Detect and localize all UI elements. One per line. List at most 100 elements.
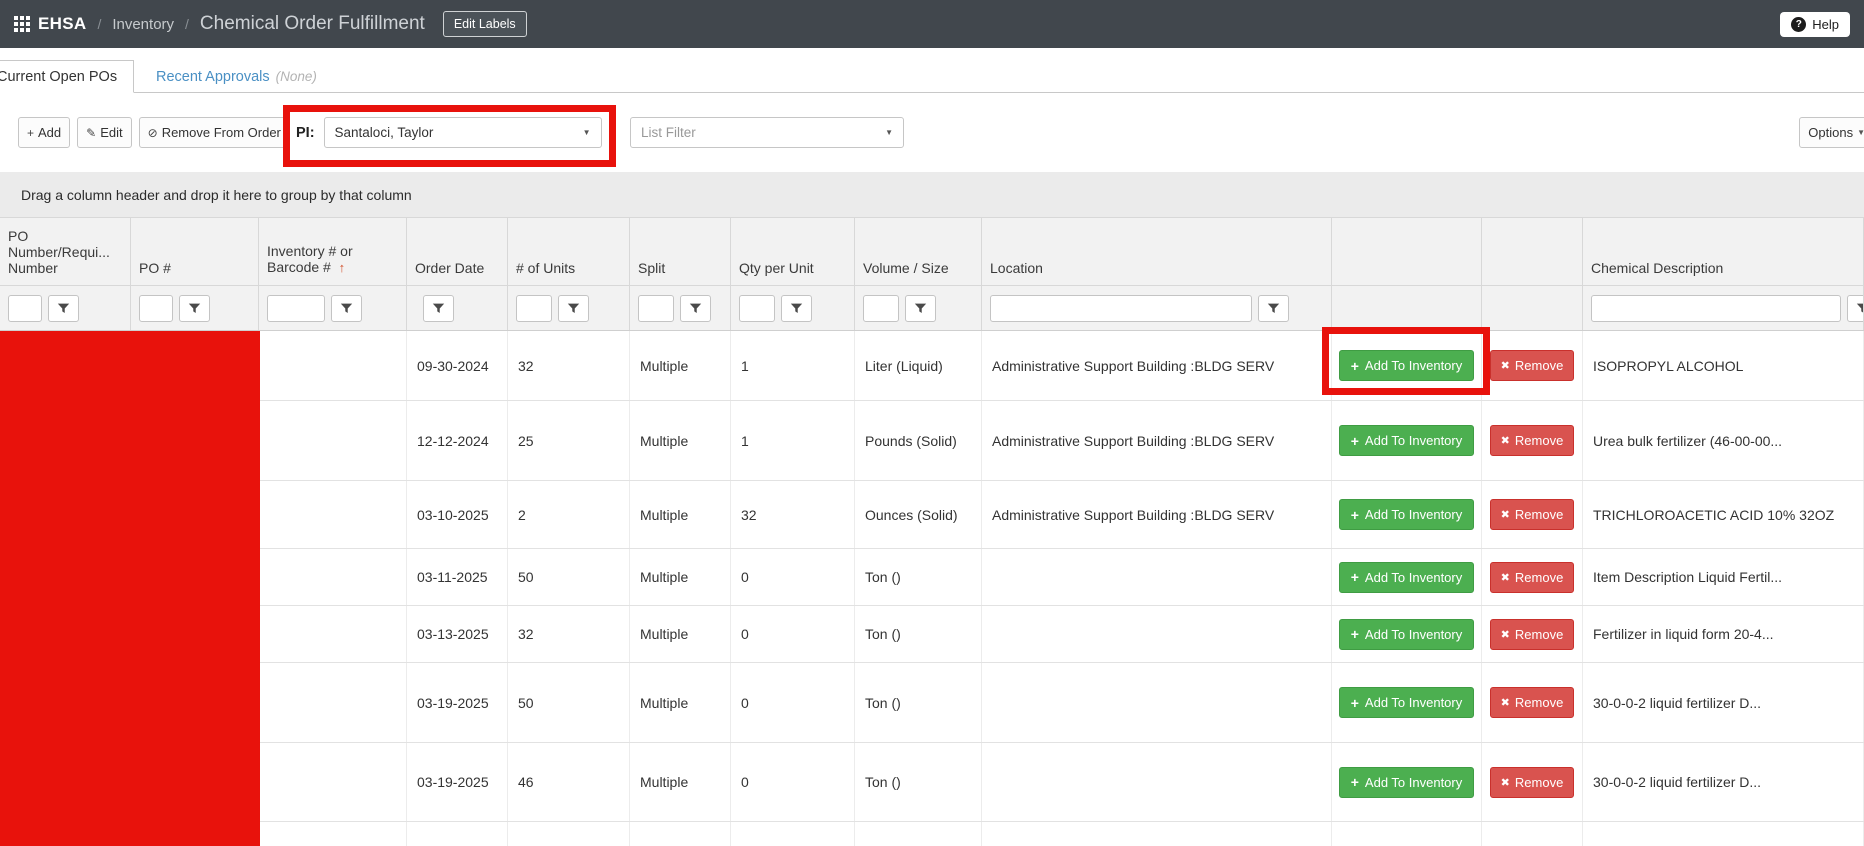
help-button[interactable]: ? Help	[1780, 12, 1850, 37]
filter-funnel-button[interactable]	[1847, 295, 1864, 322]
filter-funnel-button[interactable]	[1258, 295, 1289, 322]
top-header-bar: EHSA / Inventory / Chemical Order Fulfil…	[0, 0, 1864, 48]
x-icon: ✖	[1501, 508, 1510, 521]
cell-volume-size: Pounds (Solid)	[855, 401, 982, 480]
filter-funnel-button[interactable]	[905, 295, 936, 322]
col-header-po-number[interactable]: PO Number/Requi... Number	[0, 218, 131, 285]
cell-units: 32	[508, 606, 630, 662]
col-header-split[interactable]: Split	[630, 218, 731, 285]
list-filter-dropdown[interactable]: List Filter ▼	[630, 117, 904, 148]
filter-input-chemical[interactable]	[1591, 295, 1841, 322]
add-to-inventory-button[interactable]: +Add To Inventory	[1339, 425, 1475, 456]
funnel-icon	[1267, 302, 1280, 315]
filter-funnel-button[interactable]	[558, 295, 589, 322]
breadcrumb-inventory[interactable]: Inventory	[112, 16, 174, 33]
cell-split: Multiple	[630, 401, 731, 480]
cell-location: Administrative Support Building :BLDG SE…	[982, 331, 1332, 400]
breadcrumb-separator: /	[97, 16, 101, 32]
funnel-icon	[689, 302, 702, 315]
funnel-icon	[567, 302, 580, 315]
cell-location	[982, 606, 1332, 662]
chevron-down-icon: ▼	[885, 128, 893, 137]
cell-qty-per-unit: 1	[731, 331, 855, 400]
tab-label: Recent Approvals	[156, 69, 270, 85]
remove-button[interactable]: ✖Remove	[1490, 425, 1575, 456]
table-row: 03-19-2025 46 Multiple 0 Ton () +Add To …	[0, 743, 1864, 822]
tab-label: Current Open POs	[0, 69, 117, 85]
plus-icon: +	[1351, 626, 1359, 642]
options-button[interactable]: Options ▼	[1799, 117, 1864, 148]
remove-button[interactable]: ✖Remove	[1490, 499, 1575, 530]
cell-chemical-description: Fertilizer in liquid form 20-4...	[1583, 606, 1864, 662]
cell-order-date: 03-10-2025	[407, 481, 508, 548]
filter-funnel-button[interactable]	[331, 295, 362, 322]
add-to-inventory-button[interactable]: +Add To Inventory	[1339, 350, 1475, 381]
add-to-inventory-button[interactable]: +Add To Inventory	[1339, 619, 1475, 650]
cell-chemical-description: 30-0-0-2 liquid fertilizer D...	[1583, 663, 1864, 742]
remove-button[interactable]: ✖Remove	[1490, 562, 1575, 593]
col-header-po[interactable]: PO #	[131, 218, 259, 285]
x-icon: ✖	[1501, 571, 1510, 584]
filter-funnel-button[interactable]	[680, 295, 711, 322]
cell-split: Multiple	[630, 663, 731, 742]
table-row-partial	[0, 822, 1864, 846]
cell-location: Administrative Support Building :BLDG SE…	[982, 481, 1332, 548]
funnel-icon	[914, 302, 927, 315]
cell-volume-size: Ton ()	[855, 743, 982, 821]
filter-input-volume[interactable]	[863, 295, 899, 322]
add-to-inventory-button[interactable]: +Add To Inventory	[1339, 499, 1475, 530]
app-grid-icon[interactable]	[14, 16, 30, 32]
filter-input-po[interactable]	[139, 295, 173, 322]
filter-funnel-button[interactable]	[781, 295, 812, 322]
col-header-order-date[interactable]: Order Date	[407, 218, 508, 285]
cell-location: Administrative Support Building :BLDG SE…	[982, 401, 1332, 480]
filter-input-location[interactable]	[990, 295, 1252, 322]
x-icon: ✖	[1501, 628, 1510, 641]
edit-button[interactable]: ✎ Edit	[77, 117, 131, 148]
remove-button[interactable]: ✖Remove	[1490, 767, 1575, 798]
help-icon: ?	[1791, 17, 1806, 32]
cell-qty-per-unit: 0	[731, 549, 855, 605]
remove-button[interactable]: ✖Remove	[1490, 619, 1575, 650]
filter-funnel-button[interactable]	[423, 295, 454, 322]
pi-dropdown[interactable]: Santaloci, Taylor ▼	[324, 117, 602, 148]
col-header-chemical-description[interactable]: Chemical Description	[1583, 218, 1864, 285]
remove-button[interactable]: ✖Remove	[1490, 350, 1575, 381]
pencil-icon: ✎	[86, 126, 96, 140]
col-header-location[interactable]: Location	[982, 218, 1332, 285]
cell-order-date: 03-13-2025	[407, 606, 508, 662]
cell-chemical-description: ISOPROPYL ALCOHOL	[1583, 331, 1864, 400]
tab-current-open-pos[interactable]: Current Open POs	[0, 60, 134, 93]
cell-units: 50	[508, 663, 630, 742]
cell-qty-per-unit: 1	[731, 401, 855, 480]
col-header-units[interactable]: # of Units	[508, 218, 630, 285]
cell-chemical-description: 30-0-0-2 liquid fertilizer D...	[1583, 743, 1864, 821]
col-header-inventory-barcode[interactable]: Inventory # or Barcode # ↑	[259, 218, 407, 285]
funnel-icon	[432, 302, 445, 315]
filter-input-po-number[interactable]	[8, 295, 42, 322]
filter-funnel-button[interactable]	[48, 295, 79, 322]
add-to-inventory-button[interactable]: +Add To Inventory	[1339, 562, 1475, 593]
cell-volume-size: Ounces (Solid)	[855, 481, 982, 548]
tab-recent-approvals[interactable]: Recent Approvals (None)	[140, 60, 333, 93]
filter-input-qty[interactable]	[739, 295, 775, 322]
group-by-hint-bar[interactable]: Drag a column header and drop it here to…	[0, 172, 1864, 218]
col-header-qty-per-unit[interactable]: Qty per Unit	[731, 218, 855, 285]
breadcrumb-separator: /	[185, 16, 189, 32]
add-button[interactable]: + Add	[18, 117, 70, 148]
tab-count-suffix: (None)	[276, 69, 317, 84]
add-to-inventory-button[interactable]: +Add To Inventory	[1339, 767, 1475, 798]
filter-funnel-button[interactable]	[179, 295, 210, 322]
filter-input-split[interactable]	[638, 295, 674, 322]
remove-from-order-button[interactable]: ⊘ Remove From Order	[139, 117, 290, 148]
table-row: 09-30-2024 32 Multiple 1 Liter (Liquid) …	[0, 331, 1864, 401]
filter-input-inventory[interactable]	[267, 295, 325, 322]
edit-labels-button[interactable]: Edit Labels	[443, 11, 527, 37]
remove-button[interactable]: ✖Remove	[1490, 687, 1575, 718]
col-header-volume-size[interactable]: Volume / Size	[855, 218, 982, 285]
cell-qty-per-unit: 0	[731, 663, 855, 742]
plus-icon: +	[1351, 507, 1359, 523]
filter-input-units[interactable]	[516, 295, 552, 322]
cell-split: Multiple	[630, 549, 731, 605]
add-to-inventory-button[interactable]: +Add To Inventory	[1339, 687, 1475, 718]
